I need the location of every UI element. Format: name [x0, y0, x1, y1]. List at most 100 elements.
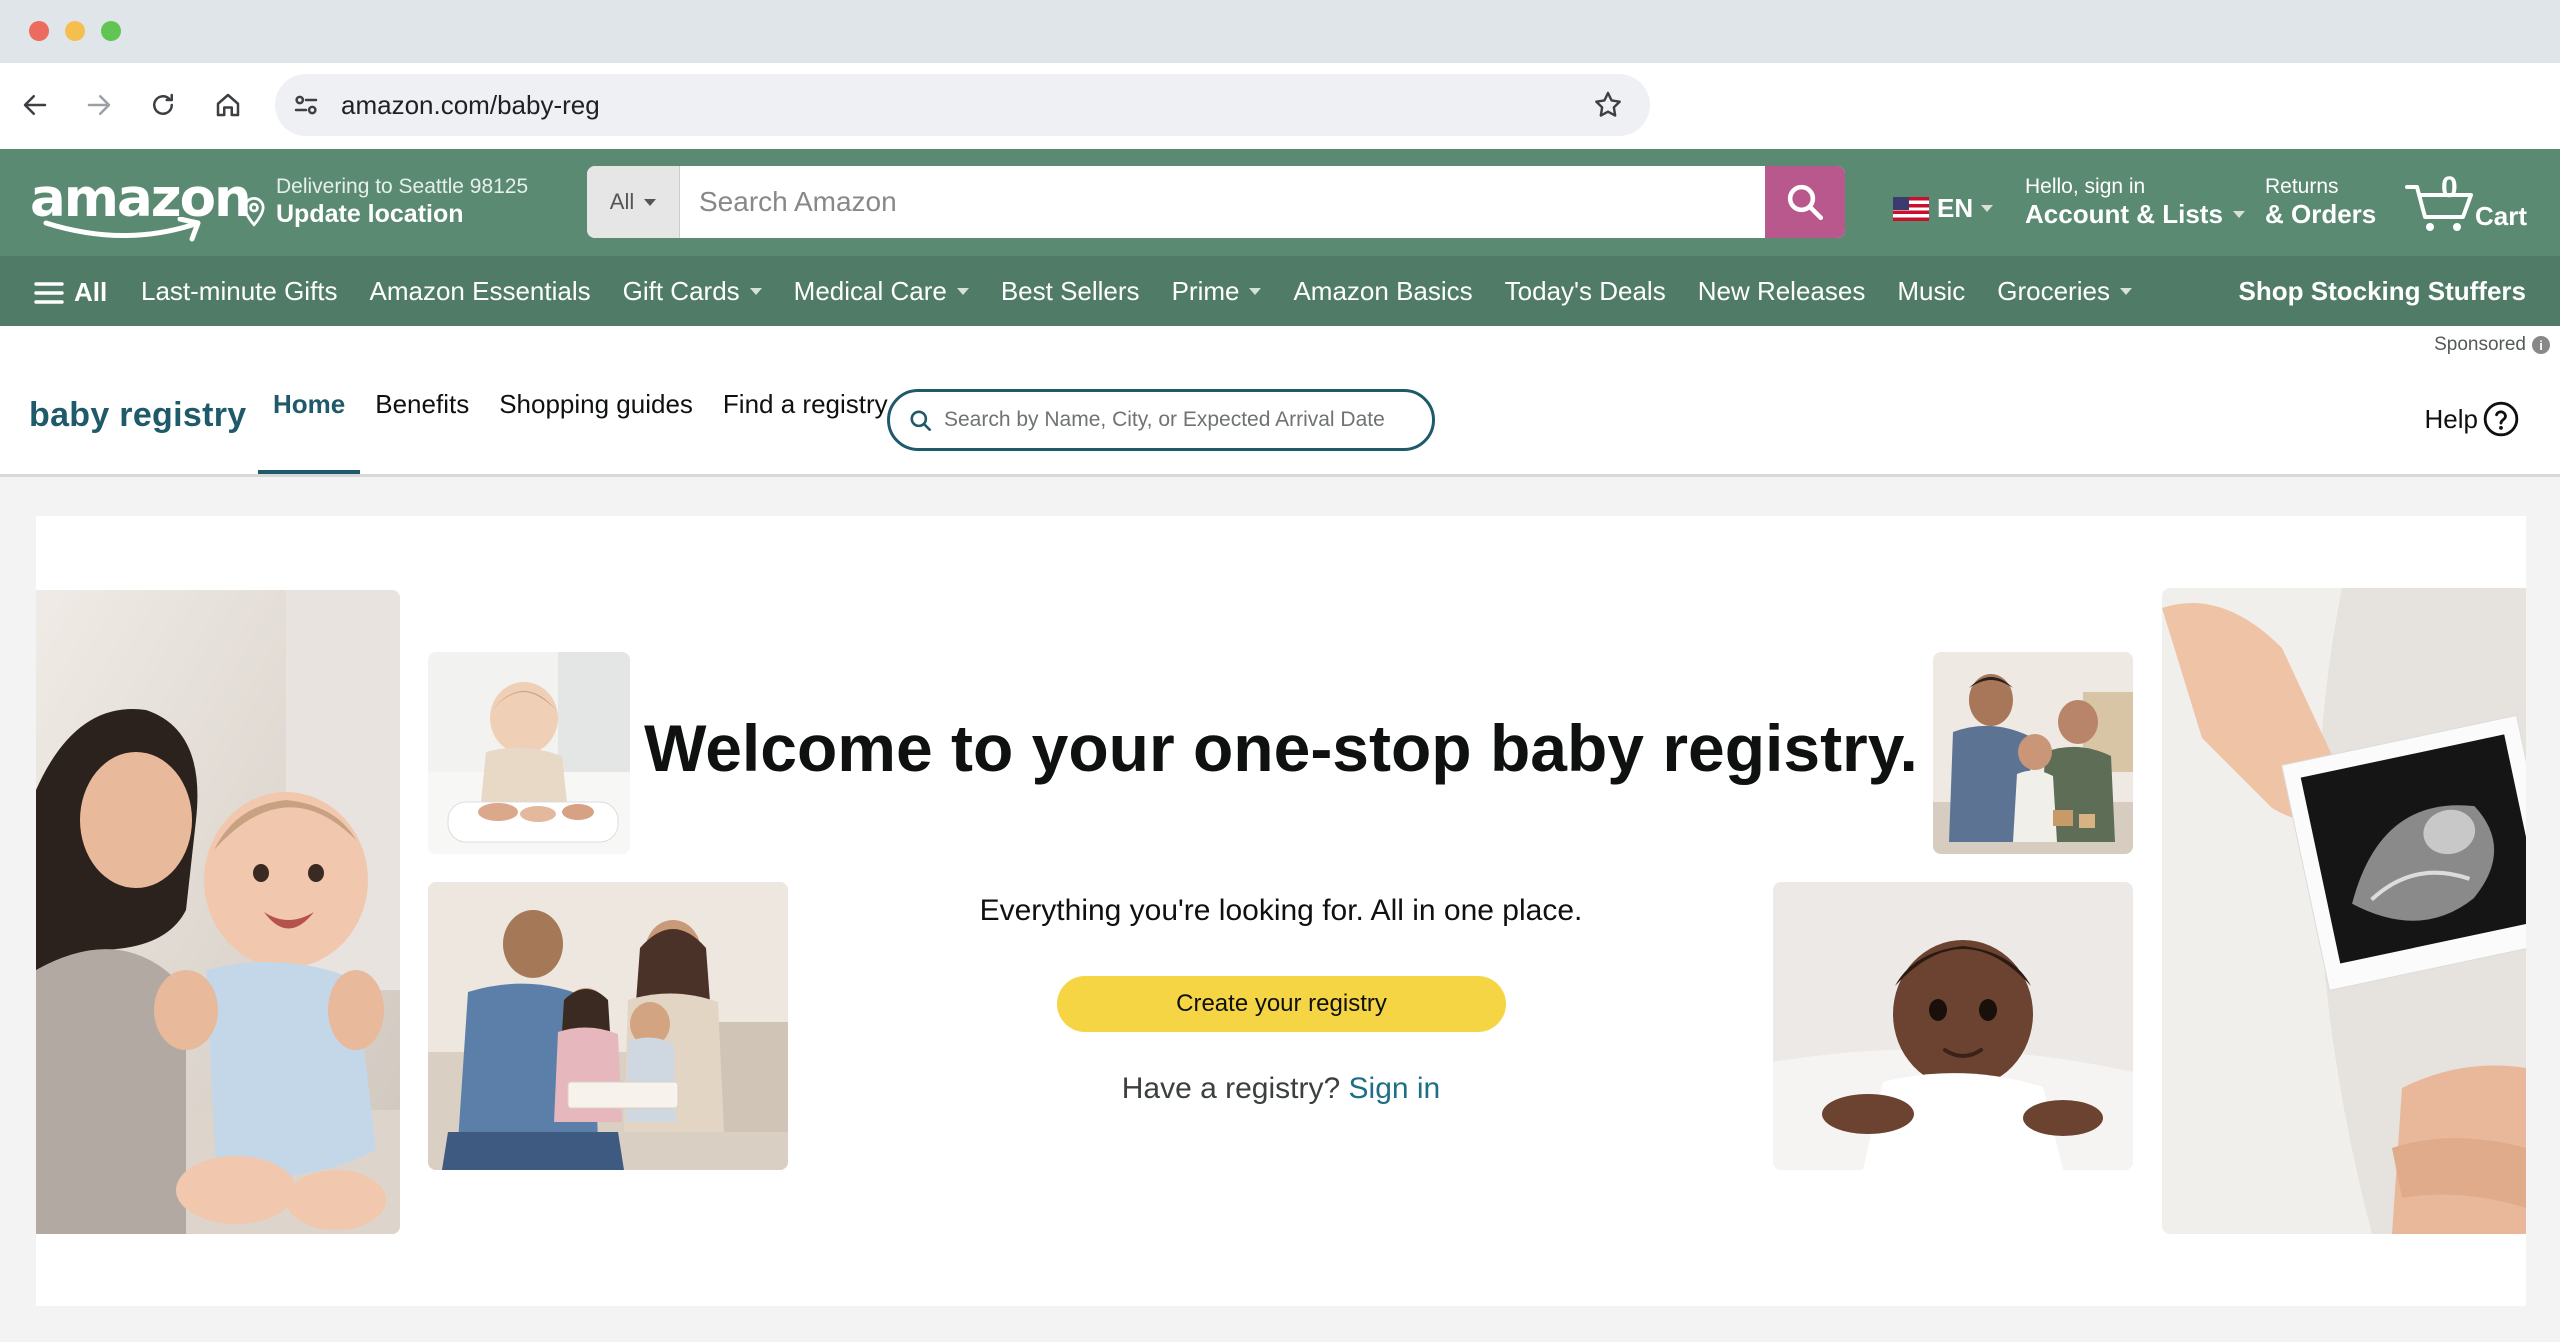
nav-item-label: Gift Cards	[622, 276, 740, 306]
search-category-dropdown[interactable]: All	[587, 166, 680, 238]
language-label: EN	[1937, 193, 1974, 223]
cart-button[interactable]: 0 Cart	[2405, 171, 2535, 241]
chevron-down-icon	[1981, 205, 1994, 212]
amazon-search: All	[587, 166, 1845, 238]
all-menu-label: All	[74, 277, 108, 307]
chevron-down-icon	[2119, 288, 2132, 295]
bookmark-star-icon[interactable]	[1592, 89, 1624, 121]
us-flag-icon	[1893, 196, 1929, 221]
forward-button[interactable]	[77, 83, 121, 127]
registry-subnav: Sponsored i baby registry Home Benefits …	[0, 326, 2560, 477]
search-icon	[910, 410, 931, 431]
home-button[interactable]	[206, 83, 250, 127]
info-icon: i	[2532, 336, 2550, 354]
account-menu[interactable]: Hello, sign in Account & Lists	[2025, 175, 2245, 230]
sponsored-label[interactable]: Sponsored i	[2434, 334, 2550, 356]
hero-headline: Welcome to your one-stop baby registry.	[644, 711, 1918, 785]
registry-search	[887, 389, 1435, 451]
chevron-down-icon	[2232, 211, 2245, 218]
deliver-to-text: Delivering to Seattle 98125	[276, 175, 529, 198]
tab-shopping-guides[interactable]: Shopping guides	[484, 326, 708, 474]
amazon-nav-bar: All Last-minute Gifts Amazon Essentials Gi…	[0, 256, 2560, 326]
site-settings-icon[interactable]	[291, 90, 321, 120]
returns-label: Returns	[2265, 175, 2339, 198]
nav-item-label: Today's Deals	[1504, 276, 1666, 306]
nav-item-medical-care[interactable]: Medical Care	[794, 276, 969, 307]
tab-benefits[interactable]: Benefits	[360, 326, 484, 474]
language-selector[interactable]: EN	[1893, 193, 1994, 224]
help-label: Help	[2424, 403, 2478, 434]
account-lists-label: Account & Lists	[2025, 199, 2223, 229]
sign-in-link[interactable]: Sign in	[1349, 1072, 1441, 1105]
browser-toolbar: amazon.com/baby-reg	[0, 63, 2560, 149]
chevron-down-icon	[1249, 288, 1262, 295]
nav-item-label: Amazon Basics	[1293, 276, 1473, 306]
tab-home[interactable]: Home	[258, 326, 361, 474]
nav-item-label: Music	[1897, 276, 1966, 306]
url-text[interactable]: amazon.com/baby-reg	[341, 90, 600, 120]
nav-item-amazon-basics[interactable]: Amazon Basics	[1293, 276, 1472, 307]
maximize-window-button[interactable]	[101, 21, 121, 41]
sponsored-text: Sponsored	[2434, 334, 2526, 355]
registry-tabs: Home Benefits Shopping guides Find a reg…	[258, 326, 903, 474]
cart-icon	[2405, 185, 2473, 231]
orders-label: & Orders	[2265, 199, 2377, 229]
nav-item-gift-cards[interactable]: Gift Cards	[623, 276, 762, 307]
chevron-down-icon	[956, 288, 969, 295]
have-registry-text: Have a registry? Sign in	[36, 1072, 2526, 1106]
search-category-label: All	[609, 189, 635, 214]
registry-search-input[interactable]	[944, 400, 1414, 440]
account-greeting: Hello, sign in	[2025, 175, 2146, 198]
nav-item-label: New Releases	[1697, 276, 1866, 306]
search-icon	[1787, 184, 1824, 221]
hero-subheadline: Everything you're looking for. All in on…	[979, 894, 1583, 927]
hamburger-menu-icon	[34, 281, 64, 304]
nav-item-label: Groceries	[1997, 276, 2110, 306]
tab-find-a-registry[interactable]: Find a registry	[708, 326, 903, 474]
home-icon	[216, 93, 240, 117]
reload-button[interactable]	[141, 83, 185, 127]
nav-item-music[interactable]: Music	[1897, 276, 1965, 307]
nav-item-prime[interactable]: Prime	[1172, 276, 1262, 307]
search-submit-button[interactable]	[1765, 166, 1845, 238]
nav-item-label: Last-minute Gifts	[141, 276, 338, 306]
reload-icon	[153, 93, 173, 115]
chevron-down-icon	[644, 198, 657, 206]
update-location-link[interactable]: Update location	[276, 200, 464, 229]
arrow-right-icon	[87, 95, 111, 115]
baby-registry-brand[interactable]: baby registry	[29, 396, 246, 435]
create-registry-button[interactable]: Create your registry	[1057, 976, 1506, 1032]
nav-item-label: Prime	[1171, 276, 1240, 306]
amazon-header: amazon Delivering to Seattle 98125 Updat…	[0, 149, 2560, 256]
minimize-window-button[interactable]	[65, 21, 85, 41]
nav-item-label: Best Sellers	[1000, 276, 1140, 306]
nav-item-amazon-essentials[interactable]: Amazon Essentials	[370, 276, 591, 307]
nav-item-last-minute-gifts[interactable]: Last-minute Gifts	[141, 276, 338, 307]
arrow-left-icon	[23, 95, 47, 115]
nav-item-label: Amazon Essentials	[369, 276, 591, 306]
all-menu-button[interactable]: All	[34, 277, 107, 308]
address-bar[interactable]: amazon.com/baby-reg	[275, 74, 1650, 136]
browser-titlebar	[0, 0, 2560, 63]
amazon-logo[interactable]: amazon	[30, 171, 252, 242]
hero-section: Welcome to your one-stop baby registry. …	[36, 516, 2526, 1306]
nav-item-best-sellers[interactable]: Best Sellers	[1001, 276, 1140, 307]
search-input[interactable]	[681, 166, 1751, 238]
nav-links: Last-minute Gifts Amazon Essentials Gift C…	[141, 276, 2132, 307]
nav-item-new-releases[interactable]: New Releases	[1698, 276, 1866, 307]
cart-label: Cart	[2475, 201, 2528, 231]
location-pin-icon	[243, 197, 265, 227]
help-link[interactable]: Help	[2425, 400, 2520, 438]
close-window-button[interactable]	[29, 21, 49, 41]
nav-item-today-s-deals[interactable]: Today's Deals	[1505, 276, 1666, 307]
back-button[interactable]	[13, 83, 57, 127]
shop-stocking-stuffers-link[interactable]: Shop Stocking Stuffers	[2239, 276, 2526, 307]
question-circle-icon	[2483, 401, 2519, 437]
nav-item-label: Medical Care	[793, 276, 947, 306]
have-registry-label: Have a registry?	[1121, 1072, 1341, 1105]
nav-item-groceries[interactable]: Groceries	[1997, 276, 2132, 307]
returns-orders-link[interactable]: Returns & Orders	[2265, 175, 2376, 230]
amazon-smile-icon	[43, 217, 201, 242]
cart-count: 0	[2441, 171, 2458, 204]
chevron-down-icon	[749, 288, 762, 295]
